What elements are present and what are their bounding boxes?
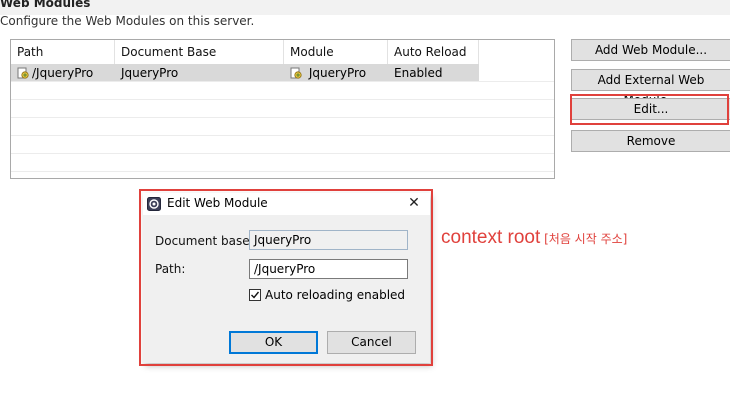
section-title: Web Modules [0, 0, 91, 10]
column-header-module[interactable]: Module [284, 40, 388, 64]
table-row[interactable]: /JqueryPro JqueryPro JqueryPro Enabled [11, 64, 554, 82]
annotation-sub-text: [처음 시작 주소] [544, 232, 628, 246]
table-row-empty [11, 136, 554, 154]
row-module: JqueryPro [308, 66, 367, 80]
web-modules-table: Path Document Base Module Auto Reload /J… [10, 39, 555, 179]
table-row-empty [11, 82, 554, 100]
column-header-document-base[interactable]: Document Base [115, 40, 284, 64]
add-external-web-module-button[interactable]: Add External Web Module... [571, 69, 730, 107]
column-header-auto-reload[interactable]: Auto Reload [388, 40, 479, 64]
row-path: /JqueryPro [32, 66, 94, 80]
row-auto-reload: Enabled [394, 66, 443, 80]
table-header: Path Document Base Module Auto Reload [11, 40, 554, 64]
web-module-icon [290, 67, 302, 79]
edit-button-highlight-box [570, 94, 729, 125]
section-header-bar [0, 0, 730, 15]
section-description: Configure the Web Modules on this server… [0, 14, 255, 28]
add-web-module-button[interactable]: Add Web Module... [571, 39, 730, 61]
annotation-main-text: context root [441, 227, 541, 248]
dialog-highlight-box [139, 189, 433, 366]
table-row-empty [11, 118, 554, 136]
table-row-empty [11, 154, 554, 172]
table-row-empty [11, 100, 554, 118]
column-header-path[interactable]: Path [11, 40, 115, 64]
annotation-note: context root [처음 시작 주소] [441, 227, 627, 249]
remove-button[interactable]: Remove [571, 130, 730, 152]
row-document-base: JqueryPro [121, 66, 179, 80]
web-module-icon [17, 67, 29, 79]
